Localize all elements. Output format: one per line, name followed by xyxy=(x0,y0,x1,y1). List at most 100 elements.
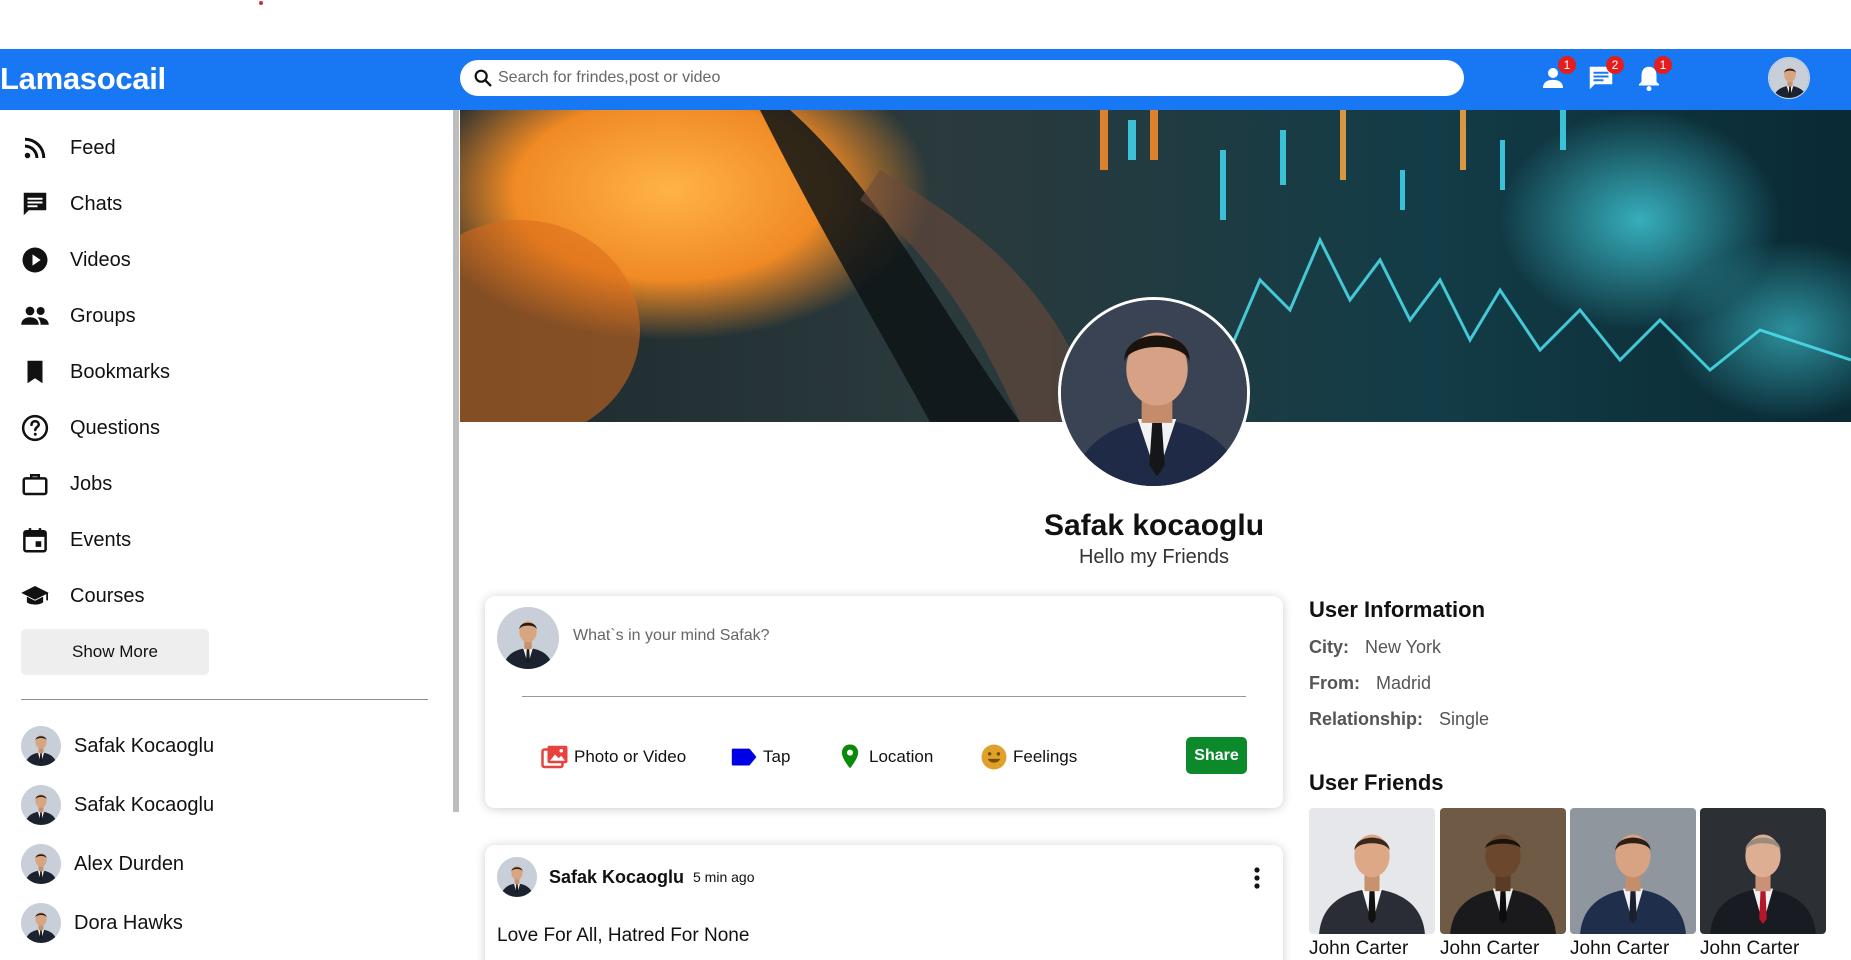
info-key: City: xyxy=(1309,637,1349,657)
notifications-button[interactable]: 1 xyxy=(1634,56,1672,93)
photo-icon xyxy=(541,745,568,769)
avatar xyxy=(21,903,61,943)
more-vert-icon[interactable] xyxy=(1245,863,1269,893)
avatar xyxy=(21,844,61,884)
sidebar-item-label: Feed xyxy=(70,136,116,159)
group-icon xyxy=(21,306,49,325)
friend-photo xyxy=(1440,808,1566,934)
post-text: Love For All, Hatred For None xyxy=(497,925,750,946)
friend-name: John Carter xyxy=(1309,938,1409,959)
messages-badge: 2 xyxy=(1606,56,1624,74)
sidebar-item-label: Events xyxy=(70,528,132,551)
info-value: Single xyxy=(1439,709,1490,729)
share-option-label: Location xyxy=(869,747,934,766)
label-icon xyxy=(731,748,757,766)
app-logo[interactable]: Lamasocail xyxy=(0,61,166,97)
info-row-from: From: Madrid xyxy=(1309,673,1431,694)
friend-name: Alex Durden xyxy=(74,852,185,875)
friend-name: John Carter xyxy=(1700,938,1800,959)
show-more-button[interactable]: Show More xyxy=(21,629,209,675)
avatar xyxy=(497,607,559,669)
sidebar: Feed Chats Videos Groups Bookmarks Quest… xyxy=(0,110,455,960)
sidebar-item-questions[interactable]: Questions xyxy=(20,410,160,446)
friend-photo xyxy=(1309,808,1435,934)
avatar xyxy=(21,726,61,766)
sidebar-item-groups[interactable]: Groups xyxy=(20,298,136,334)
rss-feed-icon xyxy=(24,137,46,159)
avatar-image xyxy=(1769,58,1810,99)
search-icon xyxy=(474,69,492,87)
friend-photo xyxy=(1570,808,1696,934)
info-value: Madrid xyxy=(1376,673,1432,693)
user-friends-title: User Friends xyxy=(1309,770,1444,795)
sidebar-friend[interactable]: Safak Kocaoglu xyxy=(21,784,214,826)
friend-card[interactable]: John Carter xyxy=(1570,808,1696,960)
share-button[interactable]: Share xyxy=(1186,737,1247,774)
profile-name: Safak kocaoglu xyxy=(1043,509,1265,542)
search-bar[interactable] xyxy=(460,60,1464,96)
info-key: From: xyxy=(1309,673,1360,693)
friend-name: John Carter xyxy=(1570,938,1670,959)
sidebar-item-label: Groups xyxy=(70,304,136,327)
post-username[interactable]: Safak Kocaoglu xyxy=(549,867,684,888)
share-option-label: Feelings xyxy=(1013,747,1078,766)
share-divider xyxy=(522,696,1246,697)
sidebar-item-label: Jobs xyxy=(70,472,113,495)
play-circle-icon xyxy=(22,247,48,273)
info-row-city: City: New York xyxy=(1309,637,1441,658)
search-input[interactable] xyxy=(498,60,1448,96)
top-bar: Lamasocail 1 2 1 xyxy=(0,49,1851,110)
sidebar-divider xyxy=(21,699,428,700)
share-option-feelings[interactable]: Feelings xyxy=(979,742,1077,772)
share-option-photo[interactable]: Photo or Video xyxy=(540,742,686,772)
share-option-location[interactable]: Location xyxy=(835,742,933,772)
calendar-icon xyxy=(23,528,47,553)
sidebar-friend[interactable]: Alex Durden xyxy=(21,843,184,885)
share-box: Photo or Video Tap Location Feelings Sha… xyxy=(485,596,1283,808)
sidebar-item-videos[interactable]: Videos xyxy=(20,242,131,278)
sidebar-item-label: Courses xyxy=(70,584,145,607)
sidebar-item-courses[interactable]: Courses xyxy=(20,578,144,614)
briefcase-icon xyxy=(22,474,48,496)
sidebar-friend[interactable]: Dora Hawks xyxy=(21,902,183,944)
sidebar-item-label: Chats xyxy=(70,192,123,215)
friend-card[interactable]: John Carter xyxy=(1309,808,1435,960)
friend-name: Dora Hawks xyxy=(74,911,183,934)
bookmark-icon xyxy=(27,360,43,384)
chat-icon xyxy=(23,192,47,216)
post-time: 5 min ago xyxy=(693,869,755,885)
messages-button[interactable]: 2 xyxy=(1586,56,1624,93)
profile-picture[interactable] xyxy=(1058,297,1250,489)
share-option-label: Photo or Video xyxy=(574,747,687,766)
user-avatar[interactable] xyxy=(1768,57,1810,99)
info-key: Relationship: xyxy=(1309,709,1424,729)
share-input[interactable] xyxy=(573,624,1173,648)
sidebar-item-label: Videos xyxy=(70,248,131,271)
sidebar-item-jobs[interactable]: Jobs xyxy=(20,466,112,502)
sidebar-item-feed[interactable]: Feed xyxy=(20,130,116,166)
school-icon xyxy=(21,586,49,605)
friend-card[interactable]: John Carter xyxy=(1440,808,1566,960)
share-option-tag[interactable]: Tap xyxy=(729,742,790,772)
sidebar-scrollbar[interactable] xyxy=(453,110,459,812)
info-row-relationship: Relationship: Single xyxy=(1309,709,1489,730)
sidebar-item-label: Questions xyxy=(70,416,161,439)
friend-name: Safak Kocaoglu xyxy=(74,793,215,816)
friend-card[interactable]: John Carter xyxy=(1700,808,1826,960)
sidebar-friend[interactable]: Safak Kocaoglu xyxy=(21,725,214,767)
sidebar-item-bookmarks[interactable]: Bookmarks xyxy=(20,354,170,390)
sidebar-item-label: Bookmarks xyxy=(70,360,171,383)
notifications-badge: 1 xyxy=(1654,56,1672,74)
user-info-title: User Information xyxy=(1309,597,1486,622)
sidebar-item-chats[interactable]: Chats xyxy=(20,186,122,222)
avatar[interactable] xyxy=(497,857,537,897)
friend-photo xyxy=(1700,808,1826,934)
avatar xyxy=(21,785,61,825)
friend-requests-badge: 1 xyxy=(1558,56,1576,74)
profile-description: Hello my Friends xyxy=(1078,546,1230,568)
share-option-label: Tap xyxy=(763,747,791,766)
location-pin-icon xyxy=(841,744,859,769)
post-card: Safak Kocaoglu 5 min ago Love For All, H… xyxy=(485,845,1283,960)
friend-requests-button[interactable]: 1 xyxy=(1538,56,1576,93)
sidebar-item-events[interactable]: Events xyxy=(20,522,131,558)
